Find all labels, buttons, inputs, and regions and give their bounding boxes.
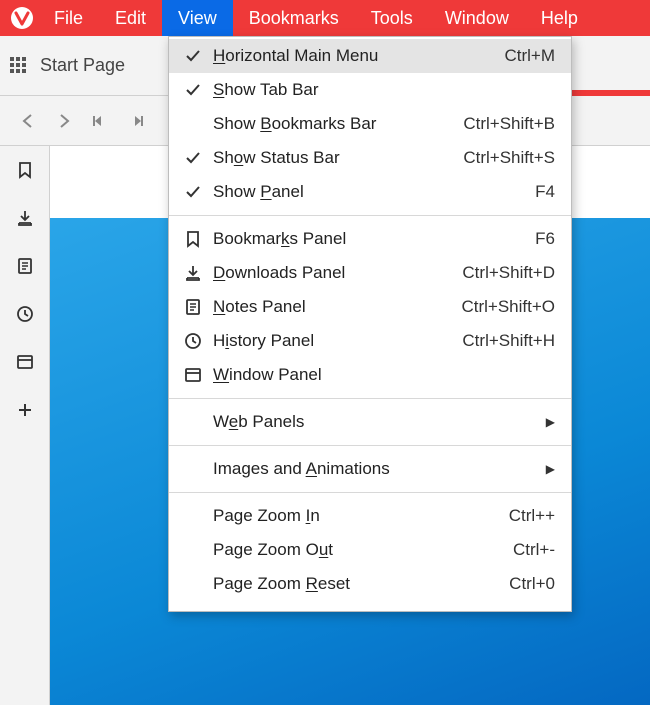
menu-item-label: Window Panel bbox=[207, 365, 555, 385]
menu-item-label: Bookmarks Panel bbox=[207, 229, 535, 249]
forward-button[interactable] bbox=[46, 103, 82, 139]
menubar-item-help[interactable]: Help bbox=[525, 0, 594, 36]
menu-item-show-tab-bar[interactable]: Show Tab Bar bbox=[169, 73, 571, 107]
menu-item-shortcut: Ctrl+Shift+B bbox=[463, 114, 555, 134]
download-icon bbox=[179, 264, 207, 282]
menu-item-label: Downloads Panel bbox=[207, 263, 462, 283]
check-icon bbox=[179, 47, 207, 65]
menu-item-shortcut: Ctrl+- bbox=[513, 540, 555, 560]
menu-item-show-panel[interactable]: Show PanelF4 bbox=[169, 175, 571, 209]
menu-item-label: Show Status Bar bbox=[207, 148, 463, 168]
menubar: FileEditViewBookmarksToolsWindowHelp bbox=[0, 0, 650, 36]
check-icon bbox=[179, 149, 207, 167]
menubar-item-bookmarks[interactable]: Bookmarks bbox=[233, 0, 355, 36]
check-icon bbox=[179, 81, 207, 99]
menu-item-shortcut: Ctrl+M bbox=[504, 46, 555, 66]
menubar-item-tools[interactable]: Tools bbox=[355, 0, 429, 36]
menu-item-label: Page Zoom Out bbox=[207, 540, 513, 560]
menu-item-label: Show Tab Bar bbox=[207, 80, 555, 100]
menu-item-downloads-panel[interactable]: Downloads PanelCtrl+Shift+D bbox=[169, 256, 571, 290]
menu-item-label: Show Bookmarks Bar bbox=[207, 114, 463, 134]
panel-downloads-icon[interactable] bbox=[13, 206, 37, 230]
menu-item-shortcut: Ctrl++ bbox=[509, 506, 555, 526]
menu-item-label: Notes Panel bbox=[207, 297, 461, 317]
menu-item-label: Page Zoom In bbox=[207, 506, 509, 526]
notes-icon bbox=[179, 298, 207, 316]
menu-separator bbox=[169, 492, 571, 493]
menu-item-label: Images and Animations bbox=[207, 459, 546, 479]
menubar-item-window[interactable]: Window bbox=[429, 0, 525, 36]
menu-item-horizontal-main-menu[interactable]: Horizontal Main MenuCtrl+M bbox=[169, 39, 571, 73]
menu-item-shortcut: Ctrl+Shift+H bbox=[462, 331, 555, 351]
menu-item-page-zoom-in[interactable]: Page Zoom InCtrl++ bbox=[169, 499, 571, 533]
menu-item-bookmarks-panel[interactable]: Bookmarks PanelF6 bbox=[169, 222, 571, 256]
check-icon bbox=[179, 183, 207, 201]
submenu-arrow-icon: ▶ bbox=[546, 462, 555, 476]
menu-item-shortcut: Ctrl+Shift+S bbox=[463, 148, 555, 168]
menu-item-notes-panel[interactable]: Notes PanelCtrl+Shift+O bbox=[169, 290, 571, 324]
menu-separator bbox=[169, 398, 571, 399]
panel-notes-icon[interactable] bbox=[13, 254, 37, 278]
tab-title[interactable]: Start Page bbox=[40, 55, 125, 76]
rewind-button[interactable] bbox=[82, 103, 118, 139]
menu-item-label: Page Zoom Reset bbox=[207, 574, 509, 594]
menu-item-images-and-animations[interactable]: Images and Animations▶ bbox=[169, 452, 571, 486]
menu-item-shortcut: Ctrl+Shift+O bbox=[461, 297, 555, 317]
menu-item-shortcut: F6 bbox=[535, 229, 555, 249]
menu-item-shortcut: F4 bbox=[535, 182, 555, 202]
speed-dial-icon[interactable] bbox=[10, 57, 28, 75]
bookmark-icon bbox=[179, 230, 207, 248]
menu-item-window-panel[interactable]: Window Panel bbox=[169, 358, 571, 392]
panel-add-icon[interactable] bbox=[13, 398, 37, 422]
menubar-item-view[interactable]: View bbox=[162, 0, 233, 36]
menu-item-label: Show Panel bbox=[207, 182, 535, 202]
menu-item-show-bookmarks-bar[interactable]: Show Bookmarks BarCtrl+Shift+B bbox=[169, 107, 571, 141]
menu-item-label: History Panel bbox=[207, 331, 462, 351]
window-icon bbox=[179, 366, 207, 384]
panel-history-icon[interactable] bbox=[13, 302, 37, 326]
panel-bookmarks-icon[interactable] bbox=[13, 158, 37, 182]
side-panel bbox=[0, 146, 50, 705]
submenu-arrow-icon: ▶ bbox=[546, 415, 555, 429]
menu-item-show-status-bar[interactable]: Show Status BarCtrl+Shift+S bbox=[169, 141, 571, 175]
menu-item-shortcut: Ctrl+Shift+D bbox=[462, 263, 555, 283]
menu-item-web-panels[interactable]: Web Panels▶ bbox=[169, 405, 571, 439]
view-menu-dropdown: Horizontal Main MenuCtrl+M Show Tab Bar Sh… bbox=[168, 36, 572, 612]
menubar-item-edit[interactable]: Edit bbox=[99, 0, 162, 36]
panel-window-icon[interactable] bbox=[13, 350, 37, 374]
menu-separator bbox=[169, 445, 571, 446]
menu-item-page-zoom-out[interactable]: Page Zoom OutCtrl+- bbox=[169, 533, 571, 567]
menu-item-label: Web Panels bbox=[207, 412, 546, 432]
menu-item-history-panel[interactable]: History PanelCtrl+Shift+H bbox=[169, 324, 571, 358]
back-button[interactable] bbox=[10, 103, 46, 139]
fast-forward-button[interactable] bbox=[118, 103, 154, 139]
menu-item-label: Horizontal Main Menu bbox=[207, 46, 504, 66]
menu-separator bbox=[169, 215, 571, 216]
clock-icon bbox=[179, 332, 207, 350]
app-logo[interactable] bbox=[6, 0, 38, 36]
menu-item-page-zoom-reset[interactable]: Page Zoom ResetCtrl+0 bbox=[169, 567, 571, 601]
menu-item-shortcut: Ctrl+0 bbox=[509, 574, 555, 594]
menubar-item-file[interactable]: File bbox=[38, 0, 99, 36]
